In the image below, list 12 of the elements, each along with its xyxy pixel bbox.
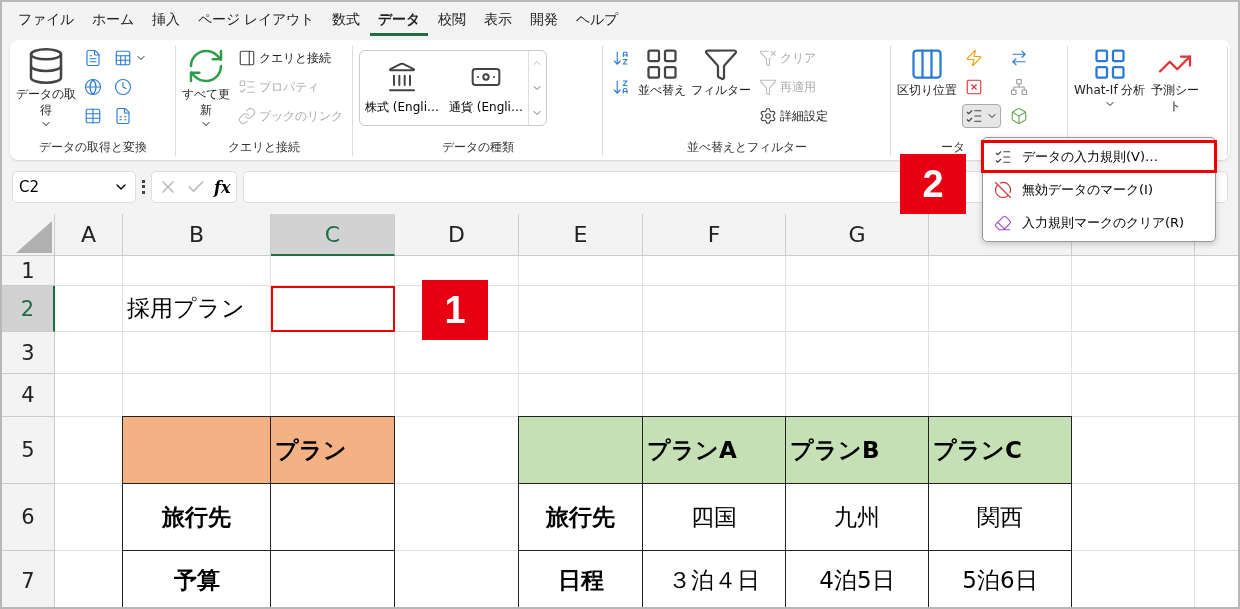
group-label: ータ bbox=[940, 139, 966, 156]
header-cell: プランA bbox=[642, 416, 786, 484]
header-cell: プランC bbox=[928, 416, 1072, 484]
header-cell: プラン bbox=[270, 416, 395, 484]
group-label: データの取得と変換 bbox=[37, 139, 148, 156]
header-cell: プランB bbox=[785, 416, 929, 484]
step-badge: 2 bbox=[900, 154, 966, 214]
group-label: 並べ替えとフィルター bbox=[685, 139, 808, 156]
text-cell: 採用プラン bbox=[123, 286, 271, 332]
group-label: クエリと接続 bbox=[227, 139, 301, 156]
step-badge: 1 bbox=[422, 280, 488, 340]
group-label: データの種類 bbox=[440, 139, 515, 156]
